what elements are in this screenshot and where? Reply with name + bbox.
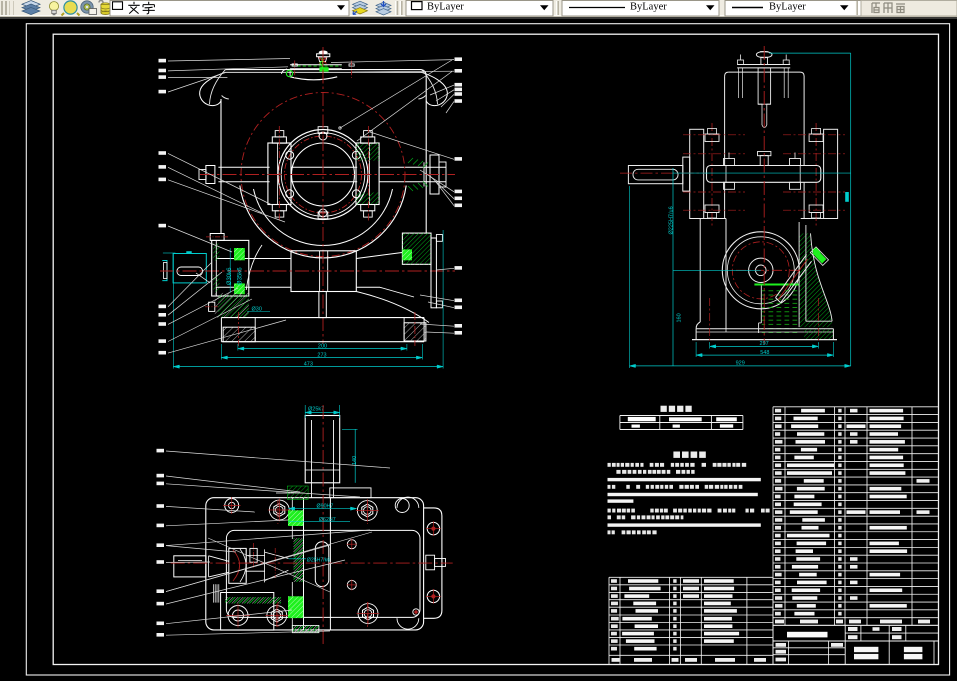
svg-text:929: 929 bbox=[736, 361, 745, 367]
svg-text:ByLayer: ByLayer bbox=[427, 2, 464, 13]
svg-text:160: 160 bbox=[677, 313, 683, 322]
svg-text:273: 273 bbox=[317, 352, 326, 358]
svg-text:297: 297 bbox=[760, 341, 769, 347]
svg-text:200: 200 bbox=[318, 343, 327, 349]
svg-text:ByLayer: ByLayer bbox=[769, 2, 806, 13]
svg-text:548: 548 bbox=[760, 350, 769, 356]
svg-text:473: 473 bbox=[304, 361, 313, 367]
svg-text:Ø25H7/k6: Ø25H7/k6 bbox=[307, 558, 330, 564]
svg-text:140: 140 bbox=[352, 456, 358, 465]
svg-text:Ø25k7: Ø25k7 bbox=[308, 407, 324, 413]
svg-text:ByLayer: ByLayer bbox=[630, 2, 667, 13]
svg-text:Ø35k6: Ø35k6 bbox=[237, 267, 243, 285]
svg-text:Ø225H7/u6: Ø225H7/u6 bbox=[669, 206, 675, 234]
